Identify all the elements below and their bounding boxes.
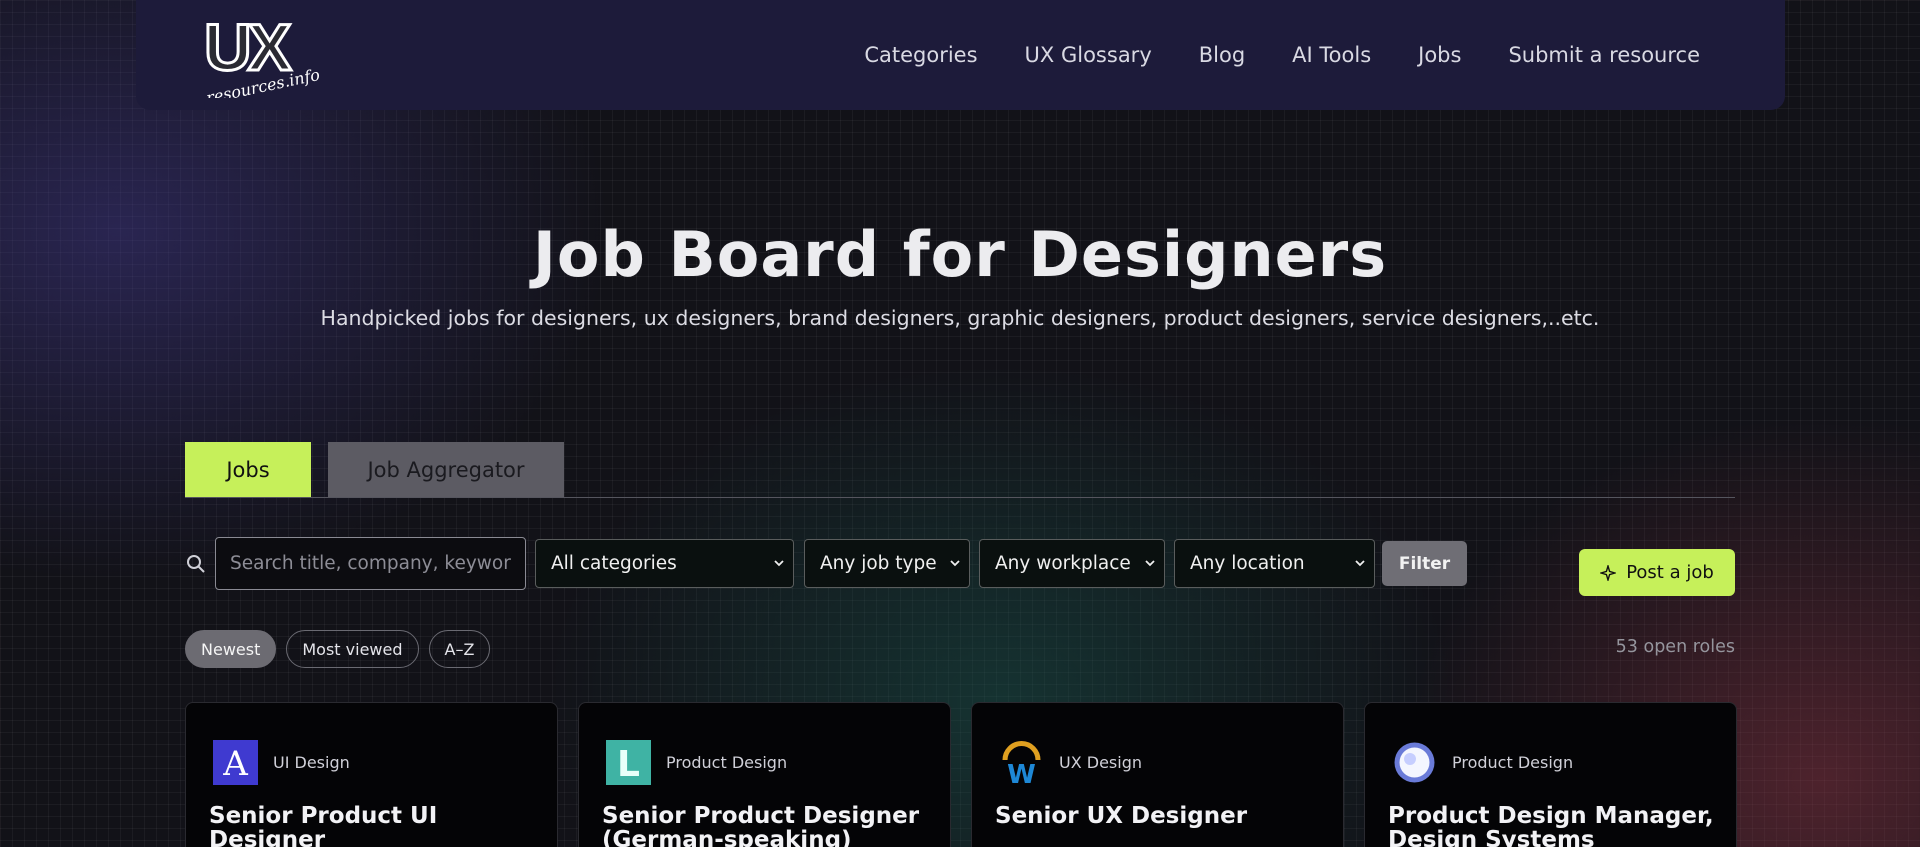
post-job-button[interactable]: Post a job: [1579, 549, 1735, 596]
sort-options: Newest Most viewed A–Z: [185, 630, 491, 668]
nav-categories[interactable]: Categories: [864, 43, 977, 67]
search-input[interactable]: [215, 537, 526, 590]
sparkle-icon: [1600, 564, 1617, 581]
company-logo: L: [606, 740, 651, 785]
chevron-down-icon: [950, 560, 960, 567]
job-type-select[interactable]: Any job type: [804, 539, 970, 588]
job-title[interactable]: Senior UX Designer: [995, 804, 1325, 828]
location-select-value: Any location: [1190, 553, 1305, 574]
tabs-divider: [185, 497, 1735, 498]
job-title[interactable]: Product Design Manager, Design Systems: [1388, 804, 1718, 847]
location-select[interactable]: Any location: [1174, 539, 1375, 588]
nav-blog[interactable]: Blog: [1199, 43, 1245, 67]
company-logo: [1394, 742, 1435, 783]
job-category: UI Design: [273, 753, 350, 772]
nav-ai-tools[interactable]: AI Tools: [1292, 43, 1371, 67]
tab-jobs[interactable]: Jobs: [185, 442, 311, 497]
job-card[interactable]: A UI Design Senior Product UI Designer: [185, 702, 558, 847]
chevron-down-icon: [1145, 560, 1155, 567]
company-logo: A: [213, 740, 258, 785]
sort-most-viewed[interactable]: Most viewed: [286, 630, 419, 668]
workplace-select[interactable]: Any workplace: [979, 539, 1165, 588]
search-icon: [187, 555, 205, 573]
open-roles-count: 53 open roles: [1615, 637, 1735, 657]
job-card[interactable]: Product Design Product Design Manager, D…: [1364, 702, 1737, 847]
chevron-down-icon: [774, 560, 784, 567]
tab-job-aggregator[interactable]: Job Aggregator: [328, 442, 564, 497]
job-title[interactable]: Senior Product Designer (German-speaking…: [602, 804, 932, 847]
page-title: Job Board for Designers: [532, 218, 1388, 291]
category-select[interactable]: All categories: [535, 539, 794, 588]
nav-jobs[interactable]: Jobs: [1418, 43, 1461, 67]
job-category: Product Design: [666, 753, 788, 772]
job-category: UX Design: [1059, 753, 1142, 772]
company-logo-letter: A: [222, 744, 248, 784]
job-card[interactable]: L Product Design Senior Product Designer…: [578, 702, 951, 847]
nav-ux-glossary[interactable]: UX Glossary: [1025, 43, 1152, 67]
job-card[interactable]: W UX Design Senior UX Designer: [971, 702, 1344, 847]
top-navbar: UX resources.info Categories UX Glossary…: [136, 0, 1785, 110]
company-logo-letter: W: [1007, 760, 1036, 785]
filter-button[interactable]: Filter: [1382, 541, 1467, 586]
company-logo: W: [1002, 741, 1041, 785]
job-tabs: Jobs Job Aggregator: [185, 442, 564, 497]
company-logo-letter: L: [617, 744, 640, 785]
workplace-select-value: Any workplace: [995, 553, 1131, 574]
main-nav: Categories UX Glossary Blog AI Tools Job…: [864, 0, 1700, 110]
sort-newest[interactable]: Newest: [185, 630, 277, 668]
sort-a-z[interactable]: A–Z: [428, 630, 491, 668]
job-category: Product Design: [1452, 753, 1574, 772]
nav-submit-resource[interactable]: Submit a resource: [1508, 43, 1700, 67]
chevron-down-icon: [1355, 560, 1365, 567]
job-title[interactable]: Senior Product UI Designer: [209, 804, 539, 847]
job-list: A UI Design Senior Product UI Designer L…: [185, 702, 1737, 847]
category-select-value: All categories: [551, 553, 677, 574]
page-subtitle: Handpicked jobs for designers, ux design…: [320, 306, 1600, 330]
site-logo[interactable]: UX resources.info: [202, 12, 322, 98]
job-type-select-value: Any job type: [820, 553, 937, 574]
post-job-label: Post a job: [1626, 562, 1714, 583]
